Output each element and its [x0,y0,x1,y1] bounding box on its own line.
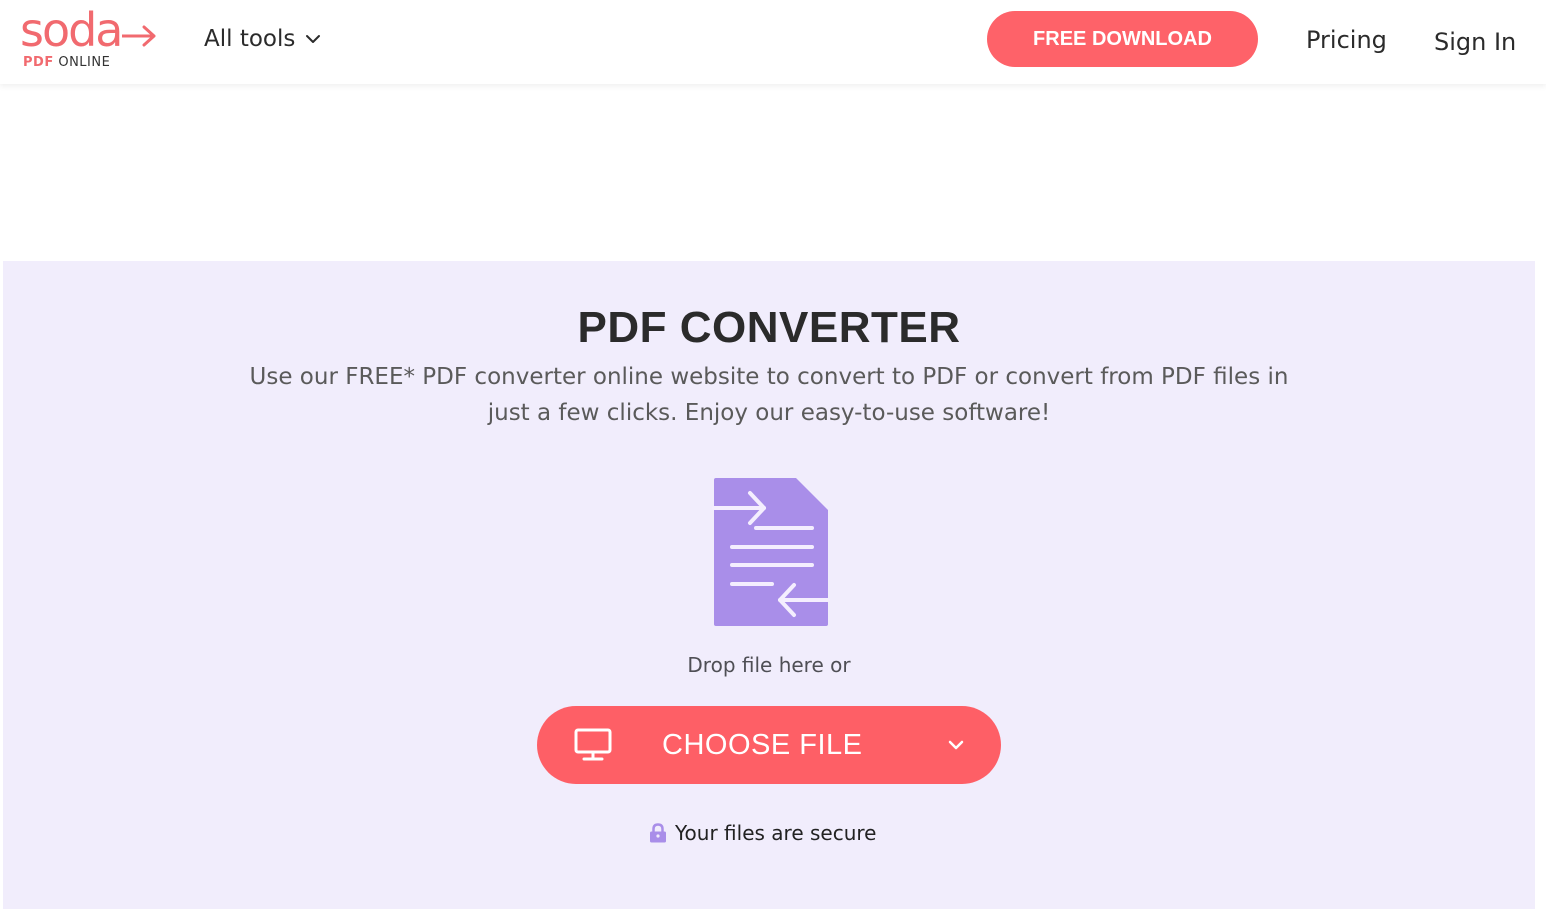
page-title: PDF CONVERTER [577,303,961,352]
pricing-link[interactable]: Pricing [1306,22,1387,58]
choose-file-button[interactable]: CHOOSE FILE [537,706,1001,784]
converter-dropzone[interactable]: PDF CONVERTER Use our FREE* PDF converte… [3,261,1535,909]
drop-file-text: Drop file here or [687,653,851,677]
lock-icon [650,823,666,843]
sign-in-link[interactable]: Sign In [1434,24,1516,60]
choose-file-label: CHOOSE FILE [662,729,863,761]
logo-subtitle: PDF ONLINE [23,55,110,71]
page-subtitle: Use our FREE* PDF converter online websi… [249,364,1289,426]
all-tools-menu[interactable]: All tools [204,22,321,56]
chevron-down-icon [306,35,321,43]
logo-sub-brand: PDF [23,55,54,70]
secure-notice: Your files are secure [649,821,876,845]
soda-pdf-logo[interactable]: soda PDF ONLINE [20,3,160,76]
free-download-button[interactable]: FREE DOWNLOAD [987,11,1258,67]
document-convert-icon [712,478,830,626]
chevron-down-icon[interactable] [947,739,965,751]
site-header: soda PDF ONLINE All tools FREE DOWNLOAD … [0,0,1546,84]
all-tools-label: All tools [204,26,296,52]
logo-arrow-icon [122,25,156,47]
logo-sub-text: ONLINE [58,55,111,70]
secure-text: Your files are secure [675,821,877,845]
logo-wordmark: soda [20,3,123,57]
monitor-icon [574,728,612,761]
